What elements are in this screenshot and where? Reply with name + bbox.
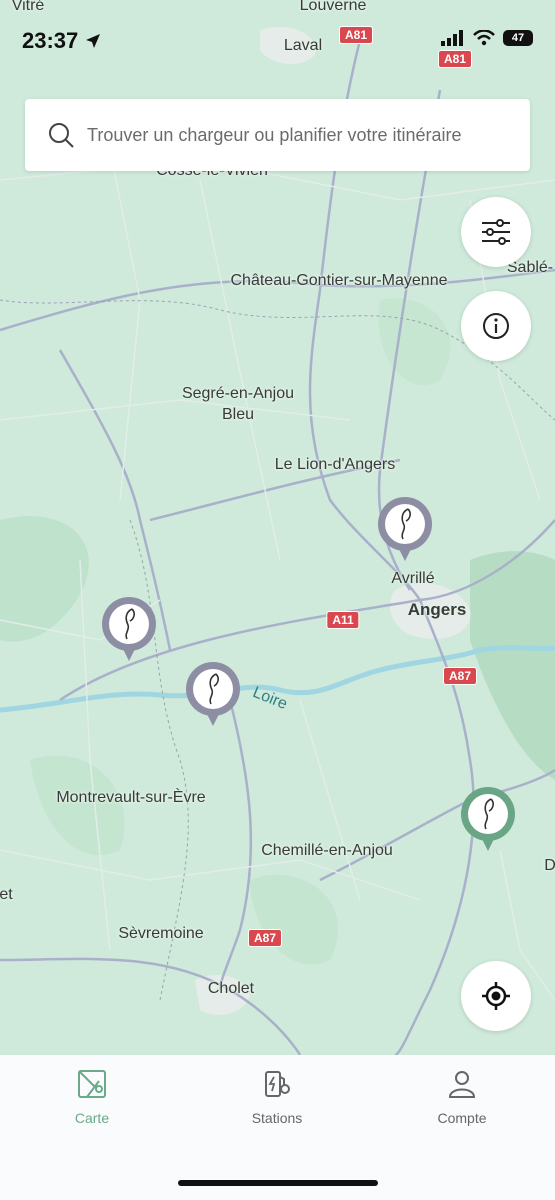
charger-pin-avrille[interactable]	[374, 495, 436, 567]
charger-pin[interactable]	[98, 595, 160, 667]
signal-icon	[441, 30, 463, 46]
place-label: Vitré	[11, 0, 45, 14]
time-text: 23:37	[22, 28, 79, 53]
place-label: et	[0, 886, 13, 903]
battery-icon: 47	[503, 30, 533, 46]
tab-label: Carte	[74, 1110, 110, 1126]
tab-carte[interactable]: Carte	[32, 1069, 152, 1126]
place-label: D	[544, 857, 555, 874]
charging-station-icon	[265, 1071, 290, 1097]
search-icon	[49, 123, 74, 148]
crosshair-location-icon	[482, 982, 510, 1010]
place-label: Avrillé	[391, 570, 435, 587]
tab-label: Stations	[251, 1110, 303, 1126]
charger-pin-available[interactable]	[457, 785, 519, 857]
tab-stations[interactable]: Stations	[217, 1069, 337, 1126]
place-label: Chemillé-en-Anjou	[261, 842, 393, 859]
battery-level: 47	[511, 32, 525, 44]
info-icon	[483, 313, 509, 339]
search-bar[interactable]	[25, 99, 530, 171]
place-label: Montrevault-sur-Èvre	[56, 789, 206, 806]
status-bar: 23:37 47	[0, 26, 555, 60]
place-label: Angers	[407, 600, 467, 619]
filter-button[interactable]	[461, 197, 531, 267]
road-shield: A87	[247, 929, 283, 947]
place-label: Segré-en-Anjou	[181, 385, 295, 402]
place-label: Louverne	[299, 0, 367, 14]
bottom-tab-bar: Carte Stations Compte	[0, 1055, 555, 1200]
tab-label: Compte	[437, 1110, 487, 1126]
tab-compte[interactable]: Compte	[402, 1069, 522, 1126]
map-icon	[78, 1070, 106, 1098]
charger-pin[interactable]	[182, 660, 244, 732]
locate-me-button[interactable]	[461, 961, 531, 1031]
place-label: Sèvremoine	[118, 925, 204, 942]
location-arrow-icon	[86, 34, 101, 48]
home-indicator	[178, 1180, 378, 1186]
place-label: Bleu	[221, 406, 255, 423]
wifi-icon	[473, 30, 495, 46]
place-label: Château-Gontier-sur-Mayenne	[230, 272, 448, 289]
info-button[interactable]	[461, 291, 531, 361]
user-icon	[448, 1071, 476, 1098]
place-label: Cholet	[207, 980, 255, 997]
clock: 23:37	[22, 28, 102, 54]
road-shield: A87	[442, 667, 478, 685]
search-input[interactable]	[85, 123, 529, 147]
filter-sliders-icon	[482, 219, 510, 245]
place-label: Le Lion-d'Angers	[274, 456, 396, 473]
road-shield: A11	[326, 611, 360, 629]
